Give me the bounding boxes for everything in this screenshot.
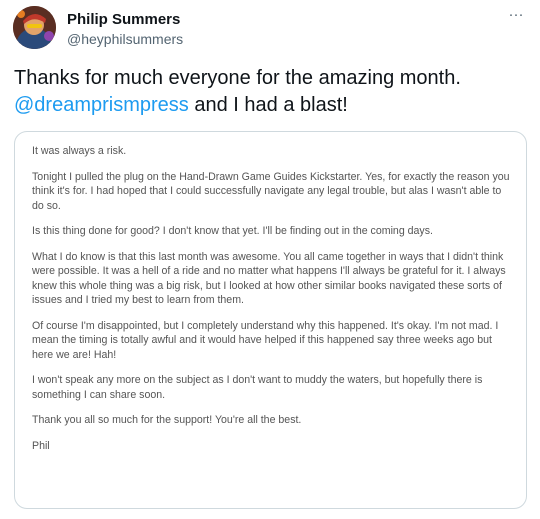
mention-link[interactable]: @dreamprismpress xyxy=(14,94,189,116)
avatar-illustration-icon xyxy=(13,6,56,49)
statement-paragraph: It was always a risk. xyxy=(32,145,127,157)
statement-paragraph: I won't speak any more on the subject as… xyxy=(32,374,483,401)
avatar[interactable] xyxy=(13,6,56,49)
statement-signature: Phil xyxy=(32,439,50,452)
author-name[interactable]: Philip Summers xyxy=(67,11,180,28)
statement-paragraph: Tonight I pulled the plug on the Hand-Dr… xyxy=(32,170,510,212)
attached-image[interactable]: It was always a risk. Tonight I pulled t… xyxy=(14,131,527,509)
statement-paragraph: Is this thing done for good? I don't kno… xyxy=(32,225,433,237)
tweet: Philip Summers @heyphilsummers ··· Thank… xyxy=(0,0,540,519)
statement-paragraph: Of course I'm disappointed, but I comple… xyxy=(32,319,499,361)
tweet-text: Thanks for much everyone for the amazing… xyxy=(14,65,529,119)
statement-text: It was always a risk. Tonight I pulled t… xyxy=(15,132,526,453)
author-handle[interactable]: @heyphilsummers xyxy=(67,31,183,47)
statement-paragraph: Thank you all so much for the support! Y… xyxy=(32,414,302,426)
statement-paragraph: What I do know is that this last month w… xyxy=(32,250,506,307)
tweet-text-start: Thanks for much everyone for the amazing… xyxy=(14,67,461,89)
more-options-icon[interactable]: ··· xyxy=(506,7,526,22)
tweet-text-end: and I had a blast! xyxy=(188,94,348,116)
